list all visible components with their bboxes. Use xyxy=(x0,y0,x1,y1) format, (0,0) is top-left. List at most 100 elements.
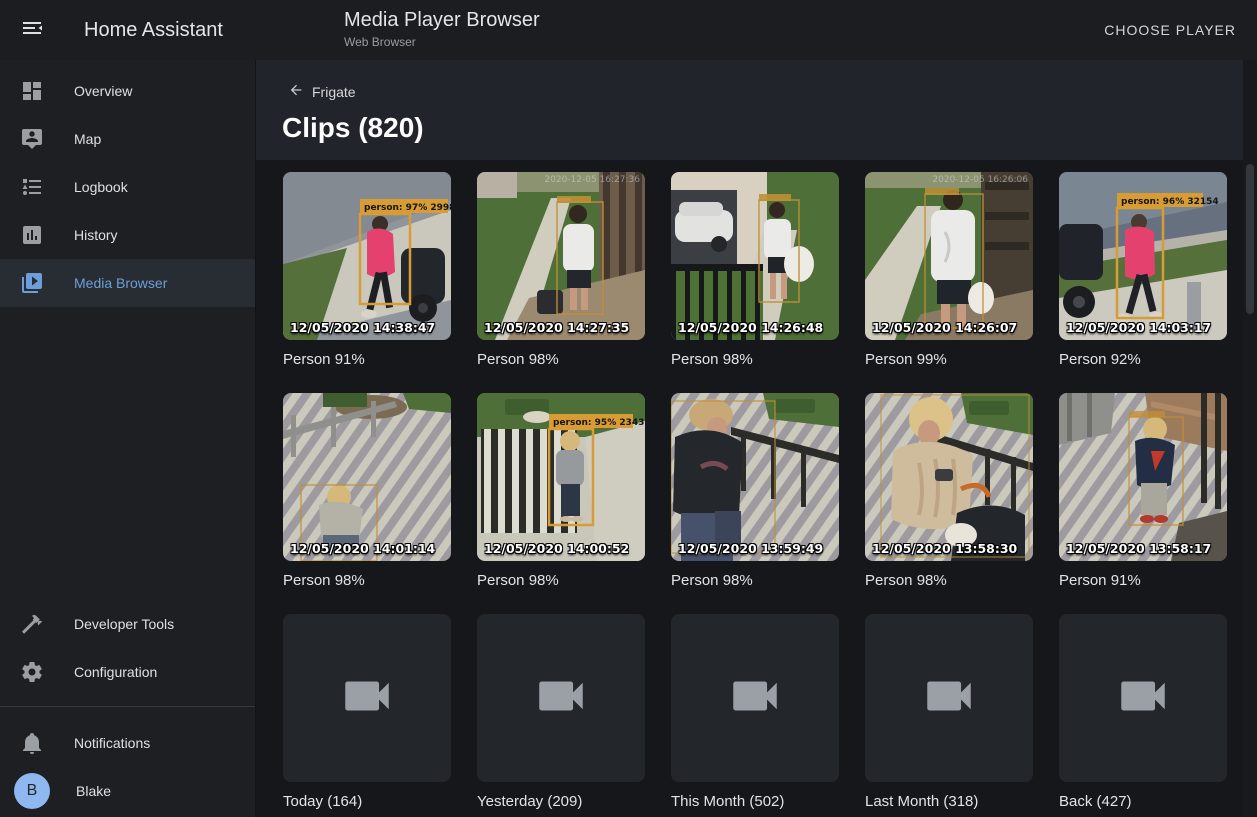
video-icon xyxy=(920,667,978,730)
folder-thumbnail xyxy=(1059,614,1227,782)
bbox-label: person: 97% 29988 xyxy=(364,203,451,213)
map-icon xyxy=(20,127,44,151)
sidebar-item-logbook[interactable]: Logbook xyxy=(0,163,255,211)
clip-timestamp: 12/05/2020 13:58:17 xyxy=(1066,541,1211,556)
sidebar-item-label: Developer Tools xyxy=(74,616,174,632)
logbook-icon xyxy=(20,175,44,199)
clip-thumbnail: 12/05/2020 14:26:48 xyxy=(671,172,839,340)
clip-card[interactable]: person: 96% 32154 12/05/2020 14:03:17 Pe… xyxy=(1059,172,1227,370)
clip-timestamp: 12/05/2020 13:58:30 xyxy=(872,541,1017,556)
sidebar-item-label: Notifications xyxy=(74,735,150,751)
sidebar-item-label: History xyxy=(74,227,118,243)
clip-caption: Person 91% xyxy=(1059,571,1227,591)
page-heading-clips: Clips (820) xyxy=(282,112,424,144)
choose-player-button[interactable]: CHOOSE PLAYER xyxy=(1104,0,1236,60)
folder-thumbnail xyxy=(283,614,451,782)
clip-caption: Person 99% xyxy=(865,350,1033,370)
clip-timestamp: 12/05/2020 14:00:52 xyxy=(484,541,629,556)
folder-label: This Month (502) xyxy=(671,792,839,812)
clip-card[interactable]: 12/05/2020 13:58:17 Person 91% xyxy=(1059,393,1227,591)
video-icon xyxy=(338,667,396,730)
sidebar-item-configuration[interactable]: Configuration xyxy=(0,648,255,696)
scene-porch-man xyxy=(477,172,645,340)
sidebar-item-developer-tools[interactable]: Developer Tools xyxy=(0,600,255,648)
breadcrumb[interactable]: Frigate xyxy=(280,82,356,101)
sidebar-item-history[interactable]: History xyxy=(0,211,255,259)
clip-timestamp: 12/05/2020 14:26:07 xyxy=(872,320,1017,335)
scrollbar-thumb[interactable] xyxy=(1246,164,1254,314)
bbox-label: person: 96% 32154 xyxy=(1121,197,1219,207)
folder-card-this-month[interactable]: This Month (502) xyxy=(671,614,839,812)
avatar: B xyxy=(14,773,50,809)
scene-pink-stroller: person: 97% 29988 xyxy=(283,172,451,340)
sidebar-item-notifications[interactable]: Notifications xyxy=(0,719,255,767)
folder-label: Back (427) xyxy=(1059,792,1227,812)
bbox-label: person: 95% 23432 xyxy=(553,418,645,428)
page-title: Media Player Browser xyxy=(344,9,540,32)
folder-card-yesterday[interactable]: Yesterday (209) xyxy=(477,614,645,812)
clip-caption: Person 98% xyxy=(671,571,839,591)
app-title: Home Assistant xyxy=(84,19,223,42)
folder-label: Yesterday (209) xyxy=(477,792,645,812)
sidebar-item-map[interactable]: Map xyxy=(0,115,255,163)
clip-thumbnail: 2020-12-05 16:27:36 12/05/2020 14:27:35 xyxy=(477,172,645,340)
clip-card[interactable]: 12/05/2020 13:59:49 Person 98% xyxy=(671,393,839,591)
clip-caption: Person 98% xyxy=(477,571,645,591)
video-icon xyxy=(726,667,784,730)
back-arrow-icon xyxy=(288,82,304,101)
clip-caption: Person 98% xyxy=(477,350,645,370)
sidebar-item-label: Map xyxy=(74,131,101,147)
main-panel: Frigate Clips (820) xyxy=(256,60,1257,817)
clip-thumbnail: 12/05/2020 13:58:30 xyxy=(865,393,1033,561)
sidebar-item-media-browser[interactable]: Media Browser xyxy=(0,259,255,307)
clip-thumbnail: 12/05/2020 13:58:17 xyxy=(1059,393,1227,561)
sidebar-item-user[interactable]: B Blake xyxy=(0,767,255,815)
camera-overlay-timestamp: 2020-12-05 16:27:36 xyxy=(544,175,640,185)
media-browser-icon xyxy=(20,271,44,295)
clip-card[interactable]: person: 97% 29988 12/05/2020 14:38:47 Pe… xyxy=(283,172,451,370)
folder-card-last-month[interactable]: Last Month (318) xyxy=(865,614,1033,812)
menu-open-button[interactable] xyxy=(8,6,56,54)
clip-timestamp: 12/05/2020 14:38:47 xyxy=(290,320,435,335)
clip-caption: Person 98% xyxy=(865,571,1033,591)
app-bar: Home Assistant Media Player Browser Web … xyxy=(0,0,1257,60)
clip-card[interactable]: 12/05/2020 14:01:14 Person 98% xyxy=(283,393,451,591)
clip-timestamp: 12/05/2020 14:27:35 xyxy=(484,320,629,335)
clip-timestamp: 12/05/2020 14:26:48 xyxy=(678,320,823,335)
clip-card[interactable]: 12/05/2020 13:58:30 Person 98% xyxy=(865,393,1033,591)
folder-thumbnail xyxy=(477,614,645,782)
scene-toddler-steps xyxy=(283,393,451,561)
folder-label: Today (164) xyxy=(283,792,451,812)
folder-thumbnail xyxy=(671,614,839,782)
sidebar-divider xyxy=(0,706,255,707)
sidebar-item-label: Logbook xyxy=(74,179,128,195)
folder-card-today[interactable]: Today (164) xyxy=(283,614,451,812)
clips-grid-container: person: 97% 29988 12/05/2020 14:38:47 Pe… xyxy=(256,160,1243,817)
clip-thumbnail: person: 95% 23432 12/05/2020 14:00:52 xyxy=(477,393,645,561)
folder-card-back[interactable]: Back (427) xyxy=(1059,614,1227,812)
clips-grid: person: 97% 29988 12/05/2020 14:38:47 Pe… xyxy=(283,172,1243,812)
gear-icon xyxy=(20,660,44,684)
dashboard-icon xyxy=(20,79,44,103)
sidebar-item-overview[interactable]: Overview xyxy=(0,67,255,115)
page-heading: Media Player Browser Web Browser xyxy=(344,9,540,49)
clip-caption: Person 91% xyxy=(283,350,451,370)
scene-garage-man xyxy=(671,172,839,340)
clip-thumbnail: person: 96% 32154 12/05/2020 14:03:17 xyxy=(1059,172,1227,340)
sidebar: Overview Map Logbook History Media Brows… xyxy=(0,60,256,817)
clip-thumbnail: 2020-12-05 16:26:06 12/05/2020 14:26:07 xyxy=(865,172,1033,340)
clip-card[interactable]: person: 95% 23432 12/05/2020 14:00:52 Pe… xyxy=(477,393,645,591)
video-icon xyxy=(532,667,590,730)
folder-thumbnail xyxy=(865,614,1033,782)
history-icon xyxy=(20,223,44,247)
camera-overlay-timestamp: 2020-12-05 16:26:06 xyxy=(932,175,1028,185)
page-subtitle: Web Browser xyxy=(344,35,540,49)
clip-caption: Person 92% xyxy=(1059,350,1227,370)
scene-toddler-navy xyxy=(1059,393,1227,561)
scene-hoodie-woman xyxy=(671,393,839,561)
scrollbar[interactable] xyxy=(1243,60,1257,817)
clip-card[interactable]: 12/05/2020 14:26:48 Person 98% xyxy=(671,172,839,370)
clip-card[interactable]: 2020-12-05 16:26:06 12/05/2020 14:26:07 … xyxy=(865,172,1033,370)
clip-card[interactable]: 2020-12-05 16:27:36 12/05/2020 14:27:35 … xyxy=(477,172,645,370)
scene-toddler-railing: person: 95% 23432 xyxy=(477,393,645,561)
